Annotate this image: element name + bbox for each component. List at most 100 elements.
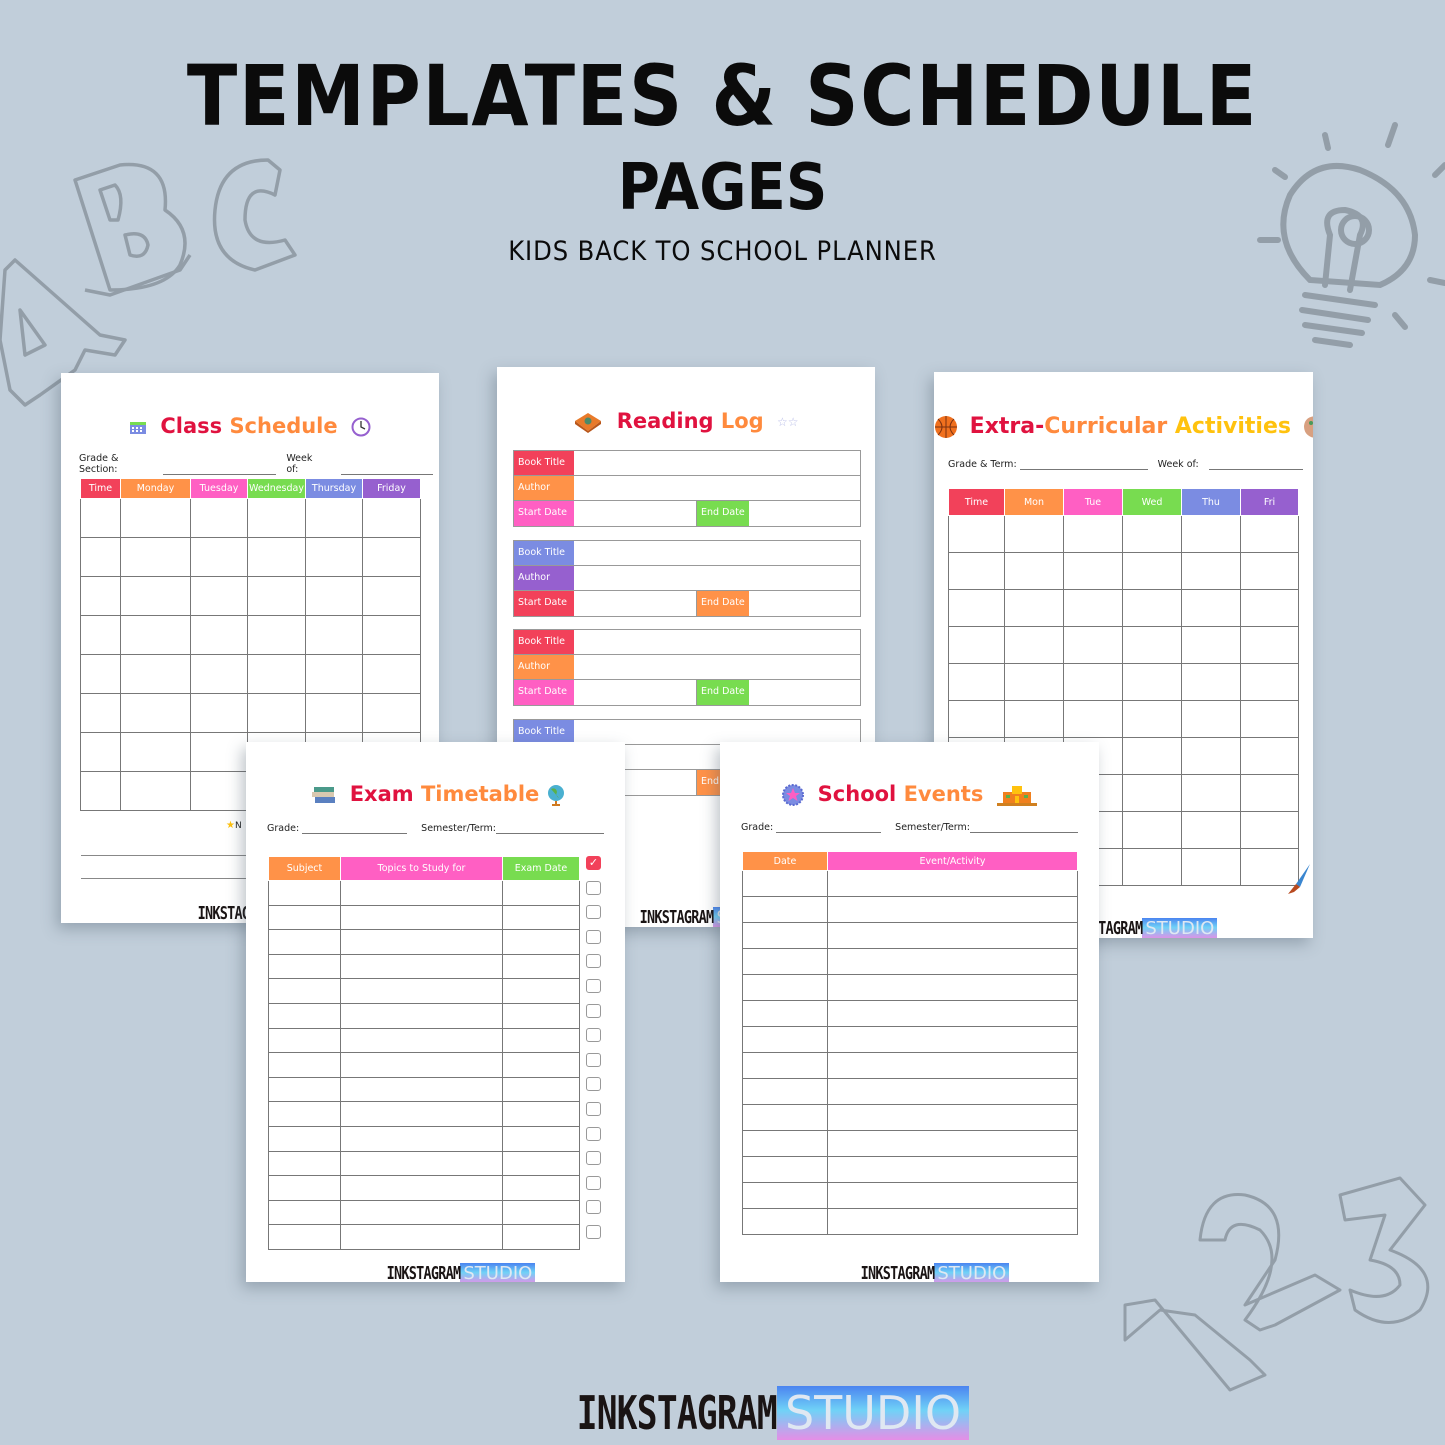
table-cell[interactable] — [362, 615, 421, 655]
table-cell[interactable] — [268, 1125, 341, 1152]
table-cell[interactable] — [1240, 737, 1299, 775]
table-cell[interactable] — [305, 615, 363, 655]
table-cell[interactable] — [1240, 663, 1299, 701]
table-cell[interactable] — [1240, 515, 1299, 553]
checkbox[interactable] — [586, 1126, 601, 1141]
table-cell[interactable] — [80, 498, 121, 538]
start-date-field[interactable] — [574, 680, 697, 705]
table-cell[interactable] — [362, 498, 421, 538]
author-field[interactable] — [574, 566, 860, 590]
table-cell[interactable] — [120, 576, 191, 616]
table-cell[interactable] — [1122, 515, 1182, 553]
table-cell[interactable] — [1004, 626, 1064, 664]
table-cell[interactable] — [1063, 626, 1123, 664]
table-cell[interactable] — [827, 948, 1078, 975]
table-cell[interactable] — [1063, 700, 1123, 738]
checkbox[interactable] — [586, 1151, 601, 1166]
author-field[interactable] — [574, 476, 860, 500]
table-cell[interactable] — [827, 974, 1078, 1001]
table-cell[interactable] — [742, 1078, 828, 1105]
table-cell[interactable] — [268, 1076, 341, 1103]
table-cell[interactable] — [1122, 700, 1182, 738]
table-cell[interactable] — [268, 904, 341, 931]
table-cell[interactable] — [120, 615, 191, 655]
checkbox[interactable]: ✓ — [586, 856, 601, 870]
table-cell[interactable] — [268, 1150, 341, 1177]
table-cell[interactable] — [742, 1104, 828, 1131]
table-cell[interactable] — [190, 654, 248, 694]
table-cell[interactable] — [362, 576, 421, 616]
table-cell[interactable] — [742, 922, 828, 949]
table-cell[interactable] — [268, 880, 341, 906]
checkbox[interactable] — [586, 1175, 601, 1190]
table-cell[interactable] — [827, 1026, 1078, 1053]
table-cell[interactable] — [1004, 589, 1064, 627]
table-cell[interactable] — [1240, 700, 1299, 738]
table-cell[interactable] — [80, 771, 121, 811]
table-cell[interactable] — [1181, 811, 1241, 849]
table-cell[interactable] — [742, 870, 828, 897]
table-cell[interactable] — [340, 978, 503, 1004]
table-cell[interactable] — [305, 654, 363, 694]
checkbox[interactable] — [586, 1052, 601, 1067]
table-cell[interactable] — [340, 953, 503, 980]
table-cell[interactable] — [268, 1175, 341, 1201]
table-cell[interactable] — [1181, 515, 1241, 553]
table-cell[interactable] — [742, 974, 828, 1001]
table-cell[interactable] — [1004, 700, 1064, 738]
table-cell[interactable] — [190, 537, 248, 577]
table-cell[interactable] — [340, 1150, 503, 1177]
table-cell[interactable] — [827, 1104, 1078, 1131]
table-cell[interactable] — [948, 663, 1005, 701]
table-cell[interactable] — [1004, 515, 1064, 553]
grade-field[interactable] — [776, 823, 882, 833]
table-cell[interactable] — [268, 1101, 341, 1127]
table-cell[interactable] — [1181, 589, 1241, 627]
table-cell[interactable] — [340, 929, 503, 955]
table-cell[interactable] — [340, 880, 503, 906]
checkbox[interactable] — [586, 1225, 601, 1239]
table-cell[interactable] — [247, 576, 306, 616]
checkbox[interactable] — [586, 1102, 601, 1116]
table-cell[interactable] — [190, 771, 248, 811]
table-cell[interactable] — [120, 771, 191, 811]
table-cell[interactable] — [340, 1125, 503, 1152]
table-cell[interactable] — [268, 929, 341, 955]
start-date-field[interactable] — [574, 591, 697, 616]
table-cell[interactable] — [827, 922, 1078, 949]
table-cell[interactable] — [340, 1101, 503, 1127]
end-date-field[interactable] — [749, 591, 860, 616]
table-cell[interactable] — [362, 537, 421, 577]
table-cell[interactable] — [948, 589, 1005, 627]
table-cell[interactable] — [340, 1199, 503, 1226]
table-cell[interactable] — [742, 1182, 828, 1209]
table-cell[interactable] — [120, 693, 191, 733]
table-cell[interactable] — [1240, 774, 1299, 812]
table-cell[interactable] — [1181, 663, 1241, 701]
week-of-field[interactable] — [1208, 460, 1303, 470]
table-cell[interactable] — [1004, 663, 1064, 701]
book-title-field[interactable] — [574, 630, 860, 654]
table-cell[interactable] — [1240, 589, 1299, 627]
table-cell[interactable] — [1122, 626, 1182, 664]
table-cell[interactable] — [340, 1002, 503, 1029]
table-cell[interactable] — [190, 498, 248, 538]
table-cell[interactable] — [362, 693, 421, 733]
table-cell[interactable] — [827, 1182, 1078, 1209]
table-cell[interactable] — [502, 978, 580, 1004]
table-cell[interactable] — [247, 654, 306, 694]
table-cell[interactable] — [502, 1224, 580, 1250]
table-cell[interactable] — [742, 1130, 828, 1157]
table-cell[interactable] — [190, 732, 248, 772]
table-cell[interactable] — [948, 626, 1005, 664]
table-cell[interactable] — [502, 1125, 580, 1152]
table-cell[interactable] — [80, 693, 121, 733]
table-cell[interactable] — [1122, 811, 1182, 849]
table-cell[interactable] — [120, 498, 191, 538]
book-title-field[interactable] — [574, 541, 860, 565]
table-cell[interactable] — [502, 1150, 580, 1177]
table-cell[interactable] — [120, 537, 191, 577]
semester-term-field[interactable] — [496, 824, 604, 834]
table-cell[interactable] — [742, 1026, 828, 1053]
table-cell[interactable] — [80, 615, 121, 655]
